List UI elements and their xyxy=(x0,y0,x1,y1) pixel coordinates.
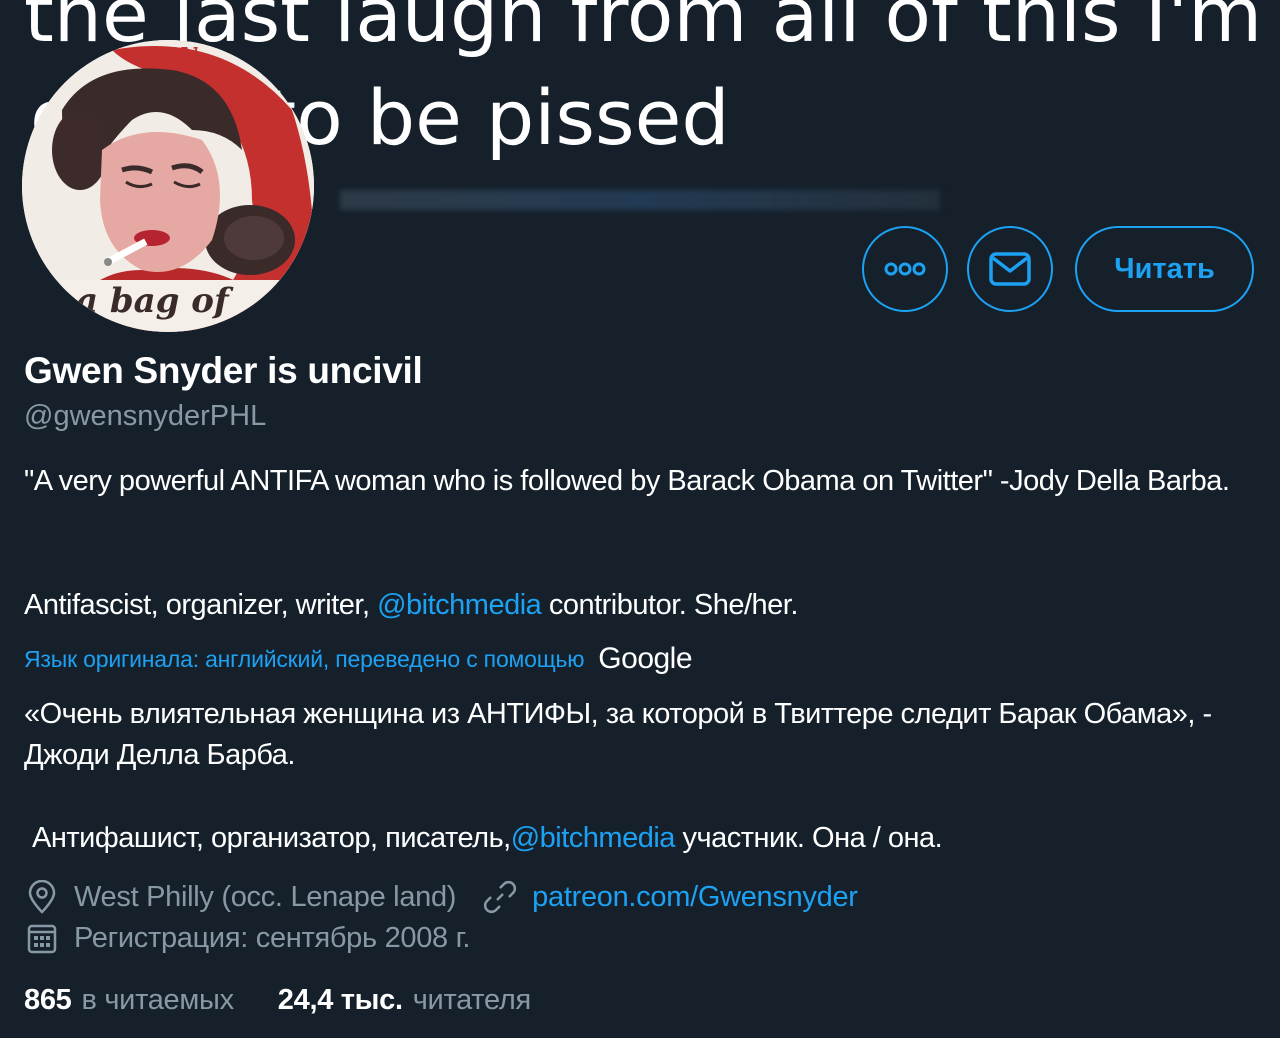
banner-text-line-1: the last laugh from all of this I'm xyxy=(24,0,1263,59)
banner-blurred-text xyxy=(340,190,940,210)
link-icon xyxy=(482,879,518,915)
translated-text-before: Антифашист, организатор, писатель, xyxy=(32,822,511,854)
profile-name: Gwen Snyder is uncivil xyxy=(24,350,423,391)
following-count: 865 xyxy=(24,984,72,1016)
followers-label: читателя xyxy=(412,984,531,1016)
message-button[interactable] xyxy=(967,226,1053,312)
bio-text-before: Antifascist, organizer, writer, xyxy=(24,589,378,621)
bio-mention-link[interactable]: @bitchmedia xyxy=(377,589,542,621)
avatar-text-top: may xyxy=(132,40,198,69)
profile-meta-row: West Philly (occ. Lenape land) patreon.c… xyxy=(24,879,858,915)
avatar-text-bottom: a bag of xyxy=(76,281,234,321)
bio-text-after: contributor. She/her. xyxy=(541,589,799,621)
translated-mention-link[interactable]: @bitchmedia xyxy=(511,822,676,854)
profile-stats: 865 в читаемых 24,4 тыс. читателя xyxy=(24,984,531,1017)
translated-bio-description: Антифашист, организатор, писатель,@bitch… xyxy=(32,818,1262,859)
avatar[interactable]: may a bag of xyxy=(22,40,314,332)
profile-website-link[interactable]: patreon.com/Gwensnyder xyxy=(532,881,858,914)
translated-bio-quote: «Очень влиятельная женщина из АНТИФЫ, за… xyxy=(24,698,1212,771)
follow-button[interactable]: Читать xyxy=(1075,226,1254,312)
translation-notice[interactable]: Язык оригинала: английский, переведено с… xyxy=(24,642,693,676)
avatar-illustration: may a bag of xyxy=(22,40,314,332)
bio-description: Antifascist, organizer, writer, @bitchme… xyxy=(24,585,1254,626)
following-label: в читаемых xyxy=(81,984,235,1016)
profile-page: the last laugh from all of this I'm goin… xyxy=(0,0,1280,1038)
more-dots-icon xyxy=(884,262,926,276)
profile-join-date: Регистрация: сентябрь 2008 г. xyxy=(74,921,471,954)
location-pin-icon xyxy=(24,879,60,915)
profile-location: West Philly (occ. Lenape land) xyxy=(74,880,457,913)
google-logo: Google xyxy=(598,642,693,675)
followers-count: 24,4 тыс. xyxy=(277,984,403,1016)
bio-quote: "A very powerful ANTIFA woman who is fol… xyxy=(24,465,1230,497)
translated-text-after: участник. Она / она. xyxy=(674,822,943,854)
envelope-icon xyxy=(989,252,1031,286)
profile-join-row: Регистрация: сентябрь 2008 г. xyxy=(24,920,470,956)
more-options-button[interactable] xyxy=(862,226,948,312)
followers-stat[interactable]: 24,4 тыс. читателя xyxy=(278,984,531,1017)
profile-handle: @gwensnyderPHL xyxy=(24,400,267,432)
calendar-icon xyxy=(24,920,60,956)
following-stat[interactable]: 865 в читаемых xyxy=(24,984,234,1017)
translation-notice-text: Язык оригинала: английский, переведено с… xyxy=(24,645,585,672)
